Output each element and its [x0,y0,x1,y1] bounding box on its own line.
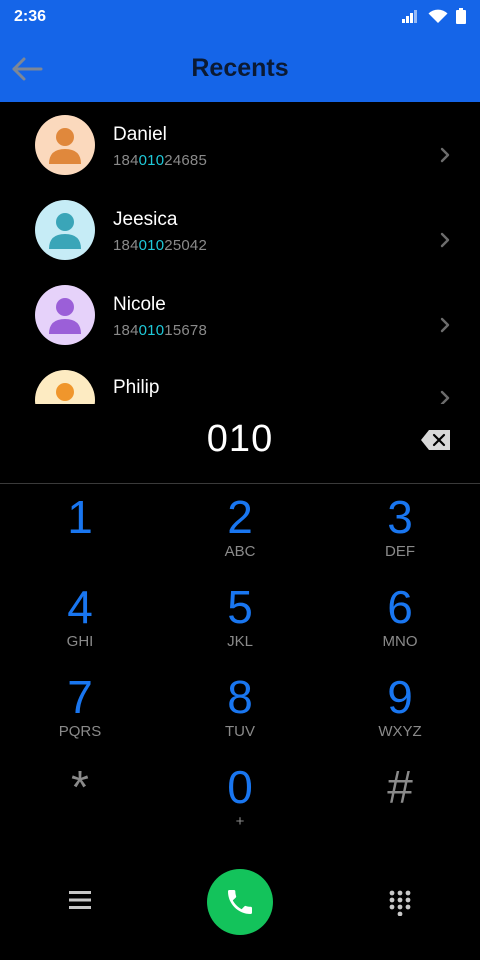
status-time: 2:36 [14,8,47,25]
key-star[interactable]: * [0,760,160,848]
contact-name: Daniel [113,124,167,145]
contact-row[interactable]: Nicole 18401015678 [0,282,480,367]
bottom-bar [0,860,480,944]
key-9[interactable]: 9 WXYZ [320,670,480,758]
key-letters: WXYZ [378,723,422,740]
key-digit: 8 [227,671,253,723]
contact-name: Philip [113,377,160,398]
key-digit: 5 [227,581,253,633]
app-bar: Recents [0,34,480,102]
avatar [35,285,95,345]
number-match: 010 [138,237,165,254]
person-icon [56,383,74,401]
key-8[interactable]: 8 TUV [160,670,320,758]
number-match: 010 [138,152,165,169]
status-bar: 2:36 [0,0,480,34]
wifi-icon [428,9,448,23]
avatar [35,200,95,260]
contact-number: 18401024685 [113,152,207,169]
key-letters: PQRS [58,723,102,740]
person-icon [49,298,81,334]
menu-icon[interactable] [66,888,94,912]
key-4[interactable]: 4 GHI [0,580,160,668]
key-digit: # [387,761,413,813]
number-suffix: 24685 [164,152,207,169]
key-5[interactable]: 5 JKL [160,580,320,668]
contact-number: 18401015678 [113,322,207,339]
key-letters: MNO [382,633,418,650]
key-letters: + [235,813,245,830]
signal-icon [402,10,417,23]
number-match: 010 [138,322,165,339]
key-digit: * [71,761,89,813]
person-icon [49,213,81,249]
number-suffix: 15678 [164,322,207,339]
key-digit: 9 [387,671,413,723]
key-3[interactable]: 3 DEF [320,490,480,578]
key-letters: DEF [385,543,415,560]
contact-name: Jeesica [113,209,178,230]
contact-row[interactable]: Jeesica 18401025042 [0,197,480,282]
avatar [35,115,95,175]
contact-row[interactable]: Philip [0,367,480,404]
dial-entry: 010 [0,404,480,484]
number-prefix: 184 [113,322,139,339]
key-0[interactable]: 0 + [160,760,320,848]
key-digit: 0 [227,761,253,813]
number-prefix: 184 [113,237,139,254]
chevron-right-icon [440,147,450,163]
key-digit: 2 [227,491,253,543]
person-icon [49,128,81,164]
key-digit: 6 [387,581,413,633]
chevron-right-icon [440,390,450,404]
contact-number: 18401025042 [113,237,207,254]
key-letters: ABC [224,543,256,560]
key-letters: JKL [227,633,253,650]
dialpad-icon[interactable] [386,888,414,916]
contact-list: Daniel 18401024685 Jeesica 18401025042 N… [0,102,480,404]
battery-icon [456,8,466,24]
key-2[interactable]: 2 ABC [160,490,320,578]
dialed-digits[interactable]: 010 [0,418,480,461]
contact-row[interactable]: Daniel 18401024685 [0,112,480,197]
key-hash[interactable]: # [320,760,480,848]
call-button[interactable] [207,869,273,935]
key-digit: 3 [387,491,413,543]
chevron-right-icon [440,317,450,333]
key-digit: 7 [67,671,93,723]
key-digit: 4 [67,581,93,633]
status-icons [402,8,466,24]
phone-icon [228,890,252,914]
number-suffix: 25042 [164,237,207,254]
number-prefix: 184 [113,152,139,169]
chevron-right-icon [440,232,450,248]
key-7[interactable]: 7 PQRS [0,670,160,758]
contact-name: Nicole [113,294,166,315]
page-title: Recents [191,54,289,82]
key-letters: TUV [225,723,255,740]
key-letters: GHI [66,633,94,650]
backspace-icon[interactable] [420,428,452,452]
key-1[interactable]: 1 [0,490,160,578]
key-digit: 1 [67,491,93,543]
avatar [35,370,95,404]
key-6[interactable]: 6 MNO [320,580,480,668]
